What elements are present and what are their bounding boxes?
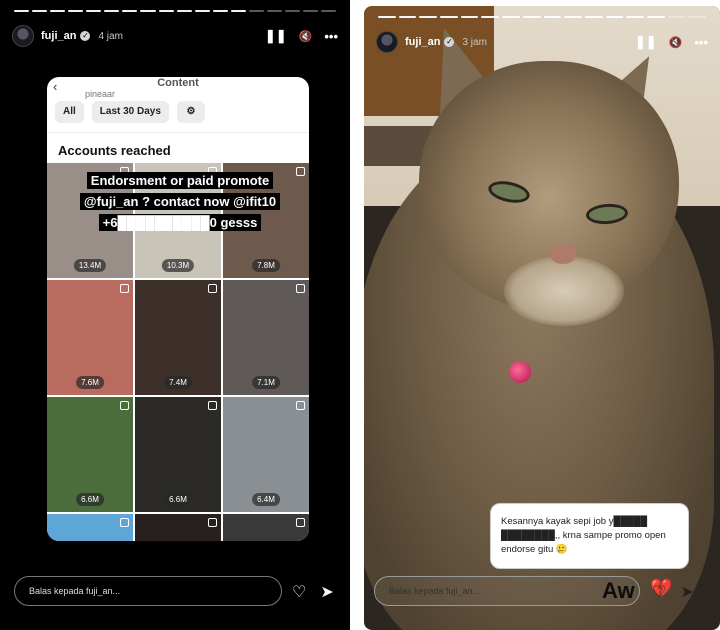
content-tile: 6.6M [135,397,221,512]
reel-icon [208,518,217,527]
story-header: fuji_an ✓ 4 jam ❚❚ 🔇 ••• [12,24,338,48]
reach-count: 6.4M [252,493,280,506]
reach-count: 13.4M [73,259,107,272]
collar-bell [509,361,531,383]
filter-last-30-days: Last 30 Days [91,101,169,123]
avatar[interactable] [12,25,34,47]
card-handle: pineaar [85,89,116,99]
content-tile: 6.6M [47,397,133,512]
reply-input[interactable]: Balas kepada fuji_an... [374,576,640,606]
story-right[interactable]: fuji_an ✓ 3 jam ❚❚ 🔇 ••• Kesannya kayak … [364,6,720,630]
content-tile [223,514,309,541]
reel-icon [208,284,217,293]
reach-count: 10.3M [161,259,195,272]
reach-count: 7.6M [76,376,104,389]
reel-icon [208,401,217,410]
filter-all: All [55,101,84,123]
insights-screenshot: ‹ Content pineaar All Last 30 Days ⚙ Acc… [47,77,309,541]
avatar[interactable] [376,31,398,53]
mute-icon[interactable]: 🔇 [669,36,683,49]
username[interactable]: fuji_an [41,30,76,42]
content-tile [135,514,221,541]
reel-icon [120,401,129,410]
reel-icon [296,401,305,410]
reel-icon [120,518,129,527]
share-icon[interactable]: ➤ [680,582,693,602]
post-time: 4 jam [98,30,123,42]
content-tile: 6.4M [223,397,309,512]
story-caption: Endorsment or paid promote @fuji_an ? co… [70,170,290,233]
pause-icon[interactable]: ❚❚ [265,28,287,44]
reach-count: 7.8M [252,259,280,272]
content-tile: 7.1M [223,280,309,395]
more-options-icon[interactable]: ••• [694,35,708,50]
verified-badge-icon: ✓ [444,37,455,47]
reach-count: 6.6M [76,493,104,506]
reach-count: 7.1M [252,376,280,389]
comment-sticker: Kesannya kayak sepi job y█████ ████████,… [490,503,689,569]
content-tile: 7.6M [47,280,133,395]
pause-icon[interactable]: ❚❚ [635,34,657,50]
more-options-icon[interactable]: ••• [324,29,338,44]
verified-badge-icon: ✓ [80,31,91,41]
story-progress [378,16,706,18]
reel-icon [296,284,305,293]
card-title: Content [157,77,199,89]
username[interactable]: fuji_an [405,36,440,48]
reply-input[interactable]: Balas kepada fuji_an... [14,576,282,606]
share-icon[interactable]: ➤ [320,582,333,602]
story-left[interactable]: fuji_an ✓ 4 jam ❚❚ 🔇 ••• ‹ Content pinea… [0,0,350,630]
post-time: 3 jam [462,36,487,48]
heart-icon[interactable]: ♡ [292,582,306,602]
content-tile: 7.4M [135,280,221,395]
story-progress [14,10,337,12]
reach-count: 6.6M [164,493,192,506]
reel-icon [296,167,305,176]
reach-count: 7.4M [164,376,192,389]
story-header: fuji_an ✓ 3 jam ❚❚ 🔇 ••• [376,30,708,54]
heart-icon[interactable]: ♡ [652,582,666,602]
mute-icon[interactable]: 🔇 [299,30,313,43]
reel-icon [120,284,129,293]
reel-icon [296,518,305,527]
content-tile [47,514,133,541]
filter-settings-icon: ⚙ [176,101,205,123]
